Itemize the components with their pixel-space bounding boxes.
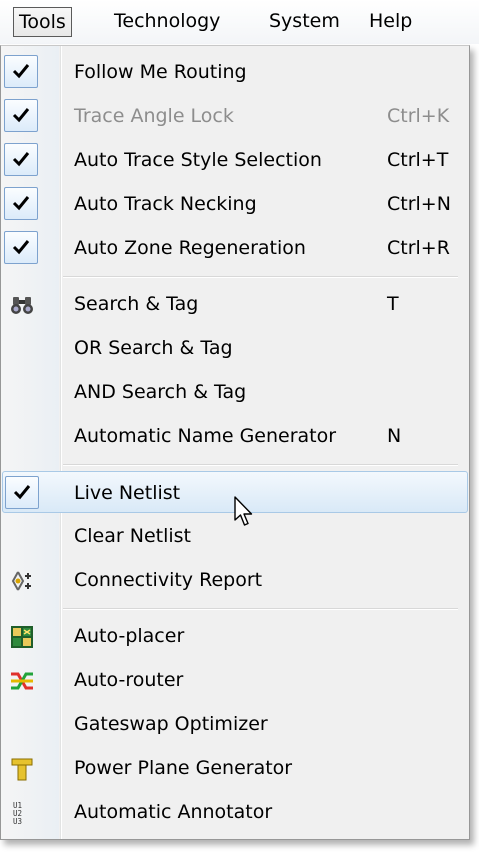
menu-item-auto-placer[interactable]: Auto-placer [2, 615, 468, 657]
menu-item-label: Automatic Annotator [74, 801, 273, 823]
menu-item-search-and-tag[interactable]: Search & Tag T [2, 283, 468, 325]
binoculars-icon [11, 297, 33, 314]
mouse-cursor-icon [234, 496, 253, 526]
menu-item-auto-router[interactable]: Auto-router [2, 659, 468, 701]
auto-router-icon [11, 672, 33, 690]
menu-item-label: Automatic Name Generator [74, 425, 337, 447]
checkmark-icon [4, 99, 38, 132]
menu-item-shortcut: Ctrl+K [387, 105, 450, 127]
menu-item-label: Auto Trace Style Selection [74, 149, 322, 171]
menu-item-auto-track-necking[interactable]: Auto Track Necking Ctrl+N [2, 183, 468, 225]
menu-item-label: Gateswap Optimizer [74, 713, 268, 735]
menu-item-label: Auto-placer [74, 625, 185, 647]
connectivity-icon [11, 571, 31, 591]
menu-item-label: Trace Angle Lock [74, 105, 234, 127]
menu-item-label: Auto-router [74, 669, 184, 691]
menu-item-label: Clear Netlist [74, 525, 191, 547]
menu-item-power-plane-generator[interactable]: Power Plane Generator [2, 747, 468, 789]
checkmark-icon [4, 143, 38, 176]
checkmark-icon [5, 476, 39, 509]
menu-item-follow-me-routing[interactable]: Follow Me Routing [2, 51, 468, 93]
tools-dropdown-menu: Follow Me Routing Trace Angle Lock Ctrl+… [0, 45, 470, 840]
menu-item-label: Power Plane Generator [74, 757, 293, 779]
power-plane-icon [11, 758, 33, 781]
menu-bar: Tools Technology System Help [0, 0, 479, 44]
menu-item-label: Search & Tag [74, 293, 199, 315]
menu-system[interactable]: System [269, 7, 340, 37]
menu-separator [63, 608, 458, 610]
menu-item-auto-zone-regeneration[interactable]: Auto Zone Regeneration Ctrl+R [2, 227, 468, 269]
menu-item-automatic-name-generator[interactable]: Automatic Name Generator N [2, 415, 468, 457]
menu-item-shortcut: Ctrl+N [387, 193, 451, 215]
auto-placer-icon [11, 626, 33, 648]
menu-item-gateswap-optimizer[interactable]: Gateswap Optimizer [2, 703, 468, 745]
menu-item-shortcut: Ctrl+T [387, 149, 449, 171]
menu-item-auto-trace-style-selection[interactable]: Auto Trace Style Selection Ctrl+T [2, 139, 468, 181]
menu-technology[interactable]: Technology [114, 7, 220, 37]
menu-item-label: Auto Zone Regeneration [74, 237, 306, 259]
menu-item-or-search-and-tag[interactable]: OR Search & Tag [2, 327, 468, 369]
menu-item-label: Connectivity Report [74, 569, 263, 591]
menu-item-label: Auto Track Necking [74, 193, 257, 215]
menu-item-and-search-and-tag[interactable]: AND Search & Tag [2, 371, 468, 413]
menu-item-label: Follow Me Routing [74, 61, 247, 83]
checkmark-icon [4, 187, 38, 220]
menu-item-label: AND Search & Tag [74, 381, 247, 403]
menu-tools[interactable]: Tools [13, 7, 72, 37]
menu-separator [63, 464, 458, 466]
menu-item-trace-angle-lock[interactable]: Trace Angle Lock Ctrl+K [2, 95, 468, 137]
annotator-u3: U3 [13, 817, 22, 826]
menu-help[interactable]: Help [369, 7, 412, 37]
annotator-icon: U1 U2 U3 [13, 801, 22, 826]
menu-item-shortcut: Ctrl+R [387, 237, 450, 259]
checkmark-icon [4, 231, 38, 264]
menu-item-shortcut: T [387, 293, 399, 315]
menu-item-shortcut: N [387, 425, 402, 447]
menu-item-connectivity-report[interactable]: Connectivity Report [2, 559, 468, 601]
menu-separator [63, 276, 458, 278]
menu-item-label: OR Search & Tag [74, 337, 233, 359]
checkmark-icon [4, 55, 38, 88]
menu-item-label: Live Netlist [74, 482, 181, 504]
menu-item-automatic-annotator[interactable]: U1 U2 U3 Automatic Annotator [2, 791, 468, 833]
